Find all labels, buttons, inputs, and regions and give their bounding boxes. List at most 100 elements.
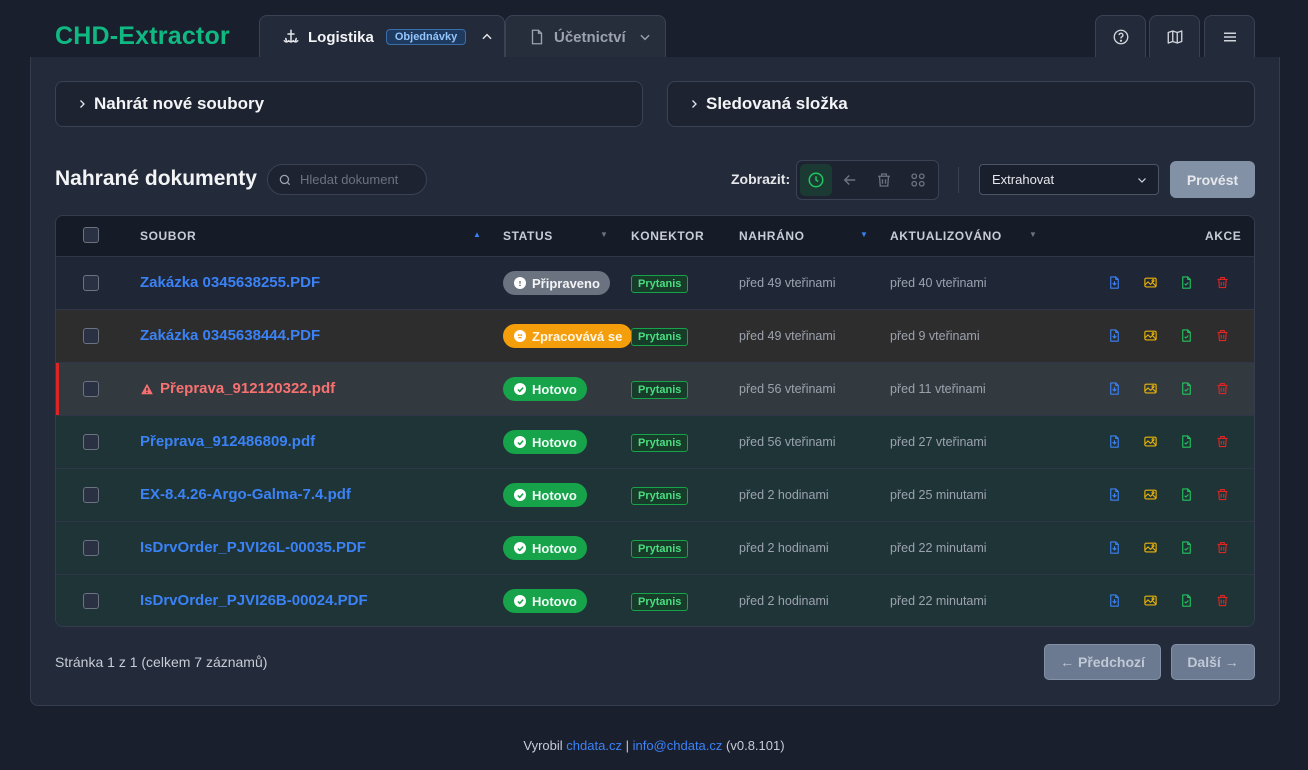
- next-page-button[interactable]: Další →: [1171, 644, 1255, 680]
- delete-button[interactable]: [1214, 486, 1230, 502]
- run-button[interactable]: Provést: [1170, 161, 1255, 198]
- updated-time: před 22 minutami: [890, 541, 987, 555]
- uploaded-time: před 2 hodinami: [739, 541, 829, 555]
- connector-badge: Prytanis: [631, 381, 689, 399]
- row-checkbox[interactable]: [83, 593, 99, 609]
- footer-site-link[interactable]: chdata.cz: [566, 738, 622, 753]
- preview-button[interactable]: [1142, 380, 1158, 396]
- export-button[interactable]: [1178, 539, 1194, 555]
- file-link[interactable]: IsDrvOrder_PJVI26B-00024.PDF: [140, 592, 368, 609]
- trash-icon: [1215, 328, 1230, 343]
- download-button[interactable]: [1106, 486, 1122, 502]
- uploaded-time: před 49 vteřinami: [739, 276, 836, 290]
- toolbar-divider: [958, 167, 959, 193]
- trash-icon: [1215, 487, 1230, 502]
- col-updated[interactable]: AKTUALIZOVÁNO: [890, 229, 1002, 243]
- col-status[interactable]: STATUS: [503, 229, 553, 243]
- search-input[interactable]: [300, 172, 418, 187]
- updated-time: před 40 vteřinami: [890, 276, 987, 290]
- section-title: Nahrané dokumenty: [55, 167, 257, 190]
- sort-desc-icon[interactable]: ▼: [860, 230, 869, 239]
- file-link[interactable]: Přeprava_912486809.pdf: [140, 433, 315, 450]
- file-link[interactable]: Zakázka 0345638444.PDF: [140, 327, 320, 344]
- export-button[interactable]: [1178, 380, 1194, 396]
- row-checkbox[interactable]: [83, 487, 99, 503]
- delete-button[interactable]: [1214, 274, 1230, 290]
- upload-files-label: Nahrát nové soubory: [94, 94, 265, 113]
- delete-button[interactable]: [1214, 380, 1230, 396]
- watched-folder-panel[interactable]: Sledovaná složka: [667, 81, 1255, 127]
- main-panel: Nahrát nové soubory Sledovaná složka Nah…: [30, 57, 1280, 706]
- select-all-checkbox[interactable]: [83, 227, 99, 243]
- help-button[interactable]: [1095, 15, 1146, 58]
- upload-files-panel[interactable]: Nahrát nové soubory: [55, 81, 643, 127]
- tab-logistika[interactable]: Logistika Objednávky: [259, 15, 505, 58]
- row-actions: [1106, 327, 1230, 343]
- row-checkbox[interactable]: [83, 434, 99, 450]
- table-row: Přeprava_912120322.pdf Hotovo Prytanis před…: [56, 362, 1254, 415]
- sort-icon[interactable]: ▼: [1029, 230, 1038, 239]
- updated-time: před 25 minutami: [890, 488, 987, 502]
- delete-button[interactable]: [1214, 327, 1230, 343]
- tab-ucetnictvi[interactable]: Účetnictví: [505, 15, 666, 58]
- preview-button[interactable]: [1142, 592, 1158, 608]
- download-button[interactable]: [1106, 592, 1122, 608]
- export-file-icon: [1179, 540, 1194, 555]
- docs-button[interactable]: [1149, 15, 1200, 58]
- col-file[interactable]: SOUBOR: [140, 229, 196, 243]
- file-link[interactable]: Zakázka 0345638255.PDF: [140, 274, 320, 291]
- delete-button[interactable]: [1214, 433, 1230, 449]
- trash-icon: [875, 171, 893, 189]
- view-back-button[interactable]: [834, 164, 866, 196]
- delete-button[interactable]: [1214, 539, 1230, 555]
- arrow-left-icon: [841, 171, 859, 189]
- export-button[interactable]: [1178, 274, 1194, 290]
- prev-page-button[interactable]: ← Předchozí: [1044, 644, 1161, 680]
- action-select[interactable]: Extrahovat: [979, 164, 1159, 195]
- download-button[interactable]: [1106, 327, 1122, 343]
- view-trash-button[interactable]: [868, 164, 900, 196]
- export-button[interactable]: [1178, 433, 1194, 449]
- preview-button[interactable]: [1142, 539, 1158, 555]
- row-checkbox[interactable]: [83, 275, 99, 291]
- export-button[interactable]: [1178, 592, 1194, 608]
- warning-icon: [140, 382, 154, 396]
- download-button[interactable]: [1106, 539, 1122, 555]
- row-checkbox[interactable]: [83, 381, 99, 397]
- file-link[interactable]: EX-8.4.26-Argo-Galma-7.4.pdf: [140, 486, 351, 503]
- download-button[interactable]: [1106, 380, 1122, 396]
- tab-ucetnictvi-label: Účetnictví: [554, 28, 626, 46]
- preview-button[interactable]: [1142, 486, 1158, 502]
- row-checkbox[interactable]: [83, 328, 99, 344]
- delete-button[interactable]: [1214, 592, 1230, 608]
- footer-email-link[interactable]: info@chdata.cz: [633, 738, 723, 753]
- sort-icon[interactable]: ▼: [600, 230, 609, 239]
- export-button[interactable]: [1178, 327, 1194, 343]
- file-link[interactable]: Přeprava_912120322.pdf: [140, 380, 335, 397]
- image-icon: [1143, 540, 1158, 555]
- row-actions: [1106, 486, 1230, 502]
- export-file-icon: [1179, 434, 1194, 449]
- preview-button[interactable]: [1142, 327, 1158, 343]
- table-row: IsDrvOrder_PJVI26L-00035.PDF Hotovo Prytan…: [56, 521, 1254, 574]
- file-link[interactable]: IsDrvOrder_PJVI26L-00035.PDF: [140, 539, 366, 556]
- view-toggle-group: [796, 160, 939, 200]
- preview-button[interactable]: [1142, 433, 1158, 449]
- download-button[interactable]: [1106, 433, 1122, 449]
- export-button[interactable]: [1178, 486, 1194, 502]
- menu-button[interactable]: [1204, 15, 1255, 58]
- file-name: IsDrvOrder_PJVI26L-00035.PDF: [140, 539, 366, 556]
- preview-button[interactable]: [1142, 274, 1158, 290]
- table-header: SOUBOR ▲ STATUS ▼ KONEKTOR NAHRÁNO ▼ AKT…: [56, 216, 1254, 256]
- chevron-right-icon: [76, 97, 88, 111]
- search-box[interactable]: [267, 164, 427, 195]
- download-button[interactable]: [1106, 274, 1122, 290]
- status-proc-icon: [514, 330, 526, 342]
- view-recent-button[interactable]: [800, 164, 832, 196]
- sort-asc-icon[interactable]: ▲: [473, 230, 482, 239]
- view-grid-button[interactable]: [902, 164, 934, 196]
- image-icon: [1143, 487, 1158, 502]
- status-done-icon: [514, 489, 526, 501]
- col-uploaded[interactable]: NAHRÁNO: [739, 229, 805, 243]
- row-checkbox[interactable]: [83, 540, 99, 556]
